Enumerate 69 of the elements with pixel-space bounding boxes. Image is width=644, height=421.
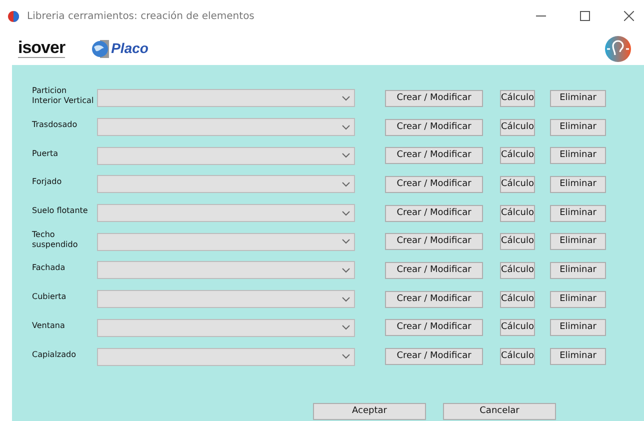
chevron-down-icon: [342, 296, 350, 302]
delete-button[interactable]: Eliminar: [550, 90, 606, 107]
field-label: Techo suspendido: [32, 230, 79, 250]
field-label: Cubierta: [32, 292, 68, 302]
chevron-down-icon: [342, 153, 350, 158]
field-label: Particion Interior Vertical: [32, 86, 95, 106]
edit-button[interactable]: Crear / Modificar: [385, 118, 483, 136]
delete-button[interactable]: Eliminar: [550, 233, 606, 250]
delete-button[interactable]: Eliminar: [550, 262, 606, 279]
calculate-button[interactable]: Cálculo: [500, 147, 535, 164]
chevron-down-icon: [342, 182, 350, 187]
dropdown[interactable]: [97, 232, 355, 251]
edit-button[interactable]: Crear / Modificar: [385, 204, 483, 222]
field-label: Forjado: [32, 177, 63, 188]
logo: Placo: [111, 39, 148, 58]
logo: isover: [18, 39, 66, 58]
field-label: Suelo flotante: [32, 206, 89, 216]
accept-button[interactable]: Aceptar: [313, 402, 426, 420]
calculate-button[interactable]: Cálculo: [500, 348, 535, 366]
delete-button[interactable]: Eliminar: [550, 176, 606, 193]
globe-icon: [91, 40, 112, 58]
field-label: Trasdosado: [32, 120, 78, 130]
chevron-down-icon: [342, 354, 350, 360]
delete-button[interactable]: Eliminar: [550, 319, 606, 336]
field-label: Ventana: [32, 320, 66, 331]
edit-button[interactable]: Crear / Modificar: [385, 147, 483, 164]
calculate-button[interactable]: Cálculo: [500, 319, 535, 336]
dropdown[interactable]: [97, 204, 355, 222]
delete-button[interactable]: Eliminar: [550, 204, 606, 222]
edit-button[interactable]: Crear / Modificar: [385, 90, 483, 107]
edit-button[interactable]: Crear / Modificar: [385, 319, 483, 336]
edit-button[interactable]: Crear / Modificar: [385, 262, 483, 279]
dropdown[interactable]: [97, 261, 355, 280]
dropdown[interactable]: [97, 118, 355, 136]
chevron-down-icon: [342, 325, 350, 330]
dropdown[interactable]: [97, 89, 355, 108]
dropdown[interactable]: [97, 146, 355, 165]
window-title: Libreria cerramientos: creación de elementos: [27, 10, 254, 24]
calculate-button[interactable]: Cálculo: [500, 118, 535, 136]
app-icon: [8, 10, 19, 22]
delete-button[interactable]: Eliminar: [550, 348, 606, 366]
calculate-button[interactable]: Cálculo: [500, 233, 535, 250]
edit-button[interactable]: Crear / Modificar: [385, 290, 483, 308]
chevron-down-icon: [342, 210, 350, 216]
maximize-icon[interactable]: [580, 11, 590, 21]
chevron-down-icon: [342, 124, 350, 130]
calculate-button[interactable]: Cálculo: [500, 90, 535, 107]
chevron-down-icon: [342, 96, 350, 101]
chevron-down-icon: [342, 239, 350, 244]
delete-button[interactable]: Eliminar: [550, 290, 606, 308]
dropdown[interactable]: [97, 175, 355, 194]
edit-button[interactable]: Crear / Modificar: [385, 348, 483, 366]
dropdown[interactable]: [97, 318, 355, 337]
calculate-button[interactable]: Cálculo: [500, 262, 535, 279]
dropdown[interactable]: [97, 348, 355, 366]
field-label: Capialzado: [32, 350, 77, 360]
cancel-button[interactable]: Cancelar: [443, 402, 556, 420]
delete-button[interactable]: Eliminar: [550, 147, 606, 164]
delete-button[interactable]: Eliminar: [550, 118, 606, 136]
dropdown[interactable]: [97, 290, 355, 308]
edit-button[interactable]: Crear / Modificar: [385, 233, 483, 250]
chevron-down-icon: [342, 268, 350, 273]
edit-button[interactable]: Crear / Modificar: [385, 176, 483, 193]
calculate-button[interactable]: Cálculo: [500, 204, 535, 222]
close-icon[interactable]: [624, 11, 634, 21]
calculate-button[interactable]: Cálculo: [500, 290, 535, 308]
field-label: Puerta: [32, 148, 60, 159]
calculate-button[interactable]: Cálculo: [500, 176, 535, 193]
field-label: Fachada: [32, 263, 66, 274]
